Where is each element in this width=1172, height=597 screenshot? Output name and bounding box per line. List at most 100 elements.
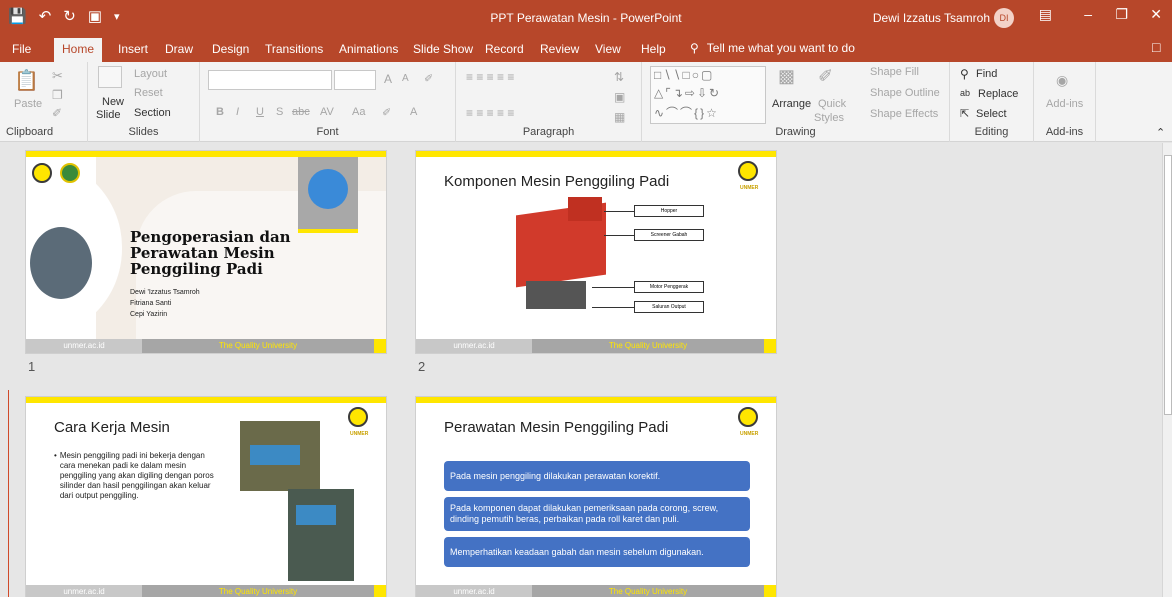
unmer-logo-text: UNMER <box>350 431 369 437</box>
restore-icon[interactable]: ❐ <box>1115 6 1128 23</box>
italic-button[interactable]: I <box>236 106 239 118</box>
bold-button[interactable]: B <box>216 106 224 118</box>
arrange-icon[interactable]: ▩ <box>778 66 795 87</box>
slide-1-title-line-3: Penggiling Padi <box>130 260 263 278</box>
highlight-icon[interactable]: ✐ <box>382 106 391 119</box>
arrange-button[interactable]: Arrange <box>772 98 811 110</box>
select-button[interactable]: Select <box>976 108 1007 120</box>
bullets-icon[interactable]: ≡ ≡ ≡ ≡ ≡ <box>466 70 514 84</box>
quick-styles-button[interactable]: Quick <box>818 98 846 110</box>
ribbon-tabs: File Home Insert Draw Design Transitions… <box>0 36 1172 62</box>
shape-fill-button[interactable]: Shape Fill <box>870 66 919 78</box>
slide-1-title: Pengoperasian dan Perawatan Mesin Penggi… <box>130 229 291 277</box>
unmer-logo-text: UNMER <box>740 185 759 191</box>
font-name-input[interactable] <box>208 70 332 90</box>
tab-animations[interactable]: Animations <box>339 42 398 56</box>
slide-number-2: 2 <box>418 359 426 374</box>
unmer-logo <box>32 163 52 183</box>
quick-styles-icon[interactable]: ✐ <box>818 66 833 87</box>
slide-footer: unmer.ac.id The Quality University <box>26 339 386 353</box>
addins-label: Add-ins <box>1045 126 1084 138</box>
tab-transitions[interactable]: Transitions <box>265 42 323 56</box>
shape-effects-button[interactable]: Shape Effects <box>870 108 938 120</box>
paste-icon[interactable]: 📋 <box>14 68 39 93</box>
replace-button[interactable]: Replace <box>978 88 1018 100</box>
shrink-font-button[interactable]: A <box>402 73 409 84</box>
new-slide-label[interactable]: New <box>102 96 124 108</box>
comments-icon[interactable]: □ <box>1152 39 1160 55</box>
tab-record[interactable]: Record <box>485 42 524 56</box>
smartart-icon[interactable]: ▦ <box>614 110 625 124</box>
slide-1-title-line-2: Perawatan Mesin <box>130 244 275 262</box>
quick-styles-button-2[interactable]: Styles <box>814 112 844 124</box>
paste-button[interactable]: Paste <box>14 98 42 110</box>
author-1: Dewi 'Izzatus Tsamroh <box>130 289 200 296</box>
slide-thumbnail-4[interactable]: Perawatan Mesin Penggiling Padi UNMER Pa… <box>416 397 776 597</box>
tab-view[interactable]: View <box>595 42 621 56</box>
font-label: Font <box>316 126 339 138</box>
ribbon-display-options-icon[interactable]: ▤ <box>1039 6 1052 23</box>
tab-file[interactable]: File <box>12 42 31 56</box>
tab-review[interactable]: Review <box>540 42 579 56</box>
font-size-input[interactable] <box>334 70 376 90</box>
section-button[interactable]: Section <box>134 107 171 119</box>
unmer-logo <box>738 407 758 427</box>
layout-button[interactable]: Layout <box>134 68 167 80</box>
tab-insert[interactable]: Insert <box>118 42 148 56</box>
find-icon[interactable]: ⚲ <box>960 67 969 81</box>
copy-icon[interactable]: ❐ <box>52 88 63 102</box>
leader-line <box>604 235 634 236</box>
avatar[interactable]: DI <box>994 8 1014 28</box>
vertical-scrollbar[interactable] <box>1162 143 1172 597</box>
shape-outline-button[interactable]: Shape Outline <box>870 87 940 99</box>
scrollbar-thumb[interactable] <box>1164 155 1172 415</box>
shadow-button[interactable]: S <box>276 106 283 118</box>
collapse-ribbon-icon[interactable]: ⌃ <box>1156 126 1165 139</box>
align-icon[interactable]: ≡ ≡ ≡ ≡ ≡ <box>466 106 514 120</box>
slide-thumbnail-1[interactable]: Pengoperasian dan Perawatan Mesin Penggi… <box>26 151 386 353</box>
tab-design[interactable]: Design <box>212 42 249 56</box>
new-slide-icon[interactable] <box>98 66 122 88</box>
tab-draw[interactable]: Draw <box>165 42 193 56</box>
user-name[interactable]: Dewi Izzatus Tsamroh <box>873 11 990 25</box>
format-painter-icon[interactable]: ✐ <box>52 106 62 120</box>
footer-tagline: The Quality University <box>608 587 688 596</box>
slide-thumbnail-3[interactable]: Cara Kerja Mesin UNMER • Mesin penggilin… <box>26 397 386 597</box>
font-color-button[interactable]: A <box>410 106 417 118</box>
slide-4-title: Perawatan Mesin Penggiling Padi <box>444 419 669 436</box>
tab-help[interactable]: Help <box>641 42 666 56</box>
char-spacing-button[interactable]: AV <box>320 106 334 118</box>
grow-font-button[interactable]: A <box>384 72 392 86</box>
new-slide-label-2[interactable]: Slide <box>96 109 120 121</box>
tab-slide-show[interactable]: Slide Show <box>413 42 473 56</box>
clear-format-icon[interactable]: ✐ <box>424 72 433 85</box>
align-text-icon[interactable]: ▣ <box>614 90 625 104</box>
maintenance-text-1: Pada mesin penggiling dilakukan perawata… <box>450 471 661 481</box>
cut-icon[interactable]: ✂ <box>52 68 63 84</box>
tab-home[interactable]: Home <box>54 38 103 62</box>
maintenance-text-2: Pada komponen dapat dilakukan pemeriksaa… <box>450 503 719 524</box>
close-icon[interactable]: ✕ <box>1150 6 1162 23</box>
slide-number-1: 1 <box>28 359 36 374</box>
minimize-icon[interactable]: – <box>1084 6 1092 22</box>
maintenance-box-1: Pada mesin penggiling dilakukan perawata… <box>444 461 750 491</box>
footer-website: unmer.ac.id <box>416 585 532 597</box>
shapes-row-2: △⌜↴⇨⇩↻ <box>654 86 722 100</box>
unmer-logo-text: UNMER <box>740 431 759 437</box>
select-icon[interactable]: ⇱ <box>960 107 969 120</box>
addins-button[interactable]: Add-ins <box>1046 98 1083 110</box>
find-button[interactable]: Find <box>976 68 997 80</box>
addins-icon[interactable]: ◉ <box>1056 72 1068 89</box>
change-case-button[interactable]: Aa <box>352 106 365 118</box>
reset-button[interactable]: Reset <box>134 87 163 99</box>
slide-2-title: Komponen Mesin Penggiling Padi <box>444 173 670 190</box>
slide-thumbnail-2[interactable]: Komponen Mesin Penggiling Padi UNMER Hop… <box>416 151 776 353</box>
tell-me-box[interactable]: ⚲ Tell me what you want to do <box>690 41 855 55</box>
footer-accent <box>764 585 776 597</box>
author-3: Cepi Yazirin <box>130 311 168 318</box>
strikethrough-button[interactable]: abc <box>292 106 310 118</box>
underline-button[interactable]: U <box>256 106 264 118</box>
slide-1-authors: Dewi 'Izzatus Tsamroh Fitriana Santi Cep… <box>130 287 200 320</box>
text-direction-icon[interactable]: ⇅ <box>614 70 624 84</box>
replace-icon[interactable]: ab <box>960 88 970 98</box>
